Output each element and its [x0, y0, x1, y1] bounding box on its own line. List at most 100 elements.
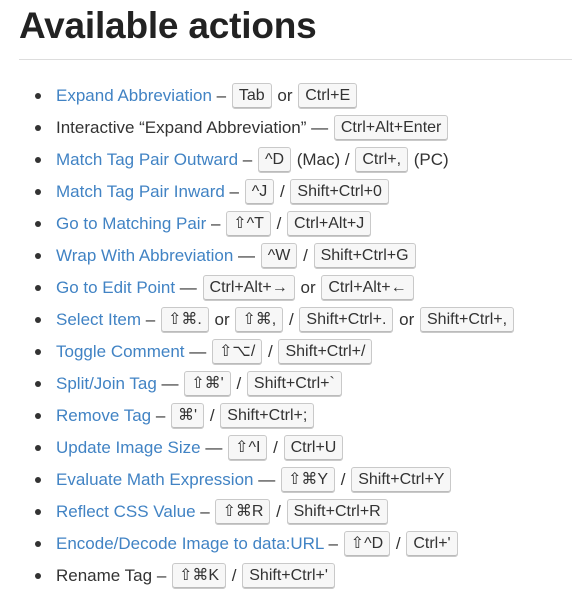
separator-text: /	[231, 374, 246, 393]
shortcut-key: ⌘'	[171, 402, 205, 429]
shortcut-key: Ctrl+Alt+←	[321, 274, 414, 301]
action-link[interactable]: Select Item	[56, 310, 141, 329]
shortcut-key: ⇧^D	[343, 530, 391, 557]
action-item-interactive-expand-abbreviation: Interactive “Expand Abbreviation” — Ctrl…	[0, 112, 572, 144]
separator-text: —	[156, 374, 184, 393]
separator-text: /	[391, 534, 406, 553]
bullet-icon	[35, 93, 41, 99]
bullet-icon	[35, 541, 41, 547]
separator-text: —	[233, 246, 260, 265]
separator-text: —	[306, 118, 333, 137]
action-link[interactable]: Remove Tag	[56, 406, 151, 425]
action-item-rename-tag: Rename Tag – ⇧⌘K / Shift+Ctrl+'	[0, 560, 572, 592]
bullet-icon	[35, 317, 41, 323]
separator-text: –	[238, 150, 257, 169]
action-link[interactable]: Reflect CSS Value	[56, 502, 196, 521]
separator-text: or	[209, 310, 235, 329]
action-item-select-item: Select Item – ⇧⌘. or ⇧⌘, / Shift+Ctrl+. …	[0, 304, 572, 336]
separator-text: or	[394, 310, 419, 329]
action-link[interactable]: Evaluate Math Expression	[56, 470, 254, 489]
shortcut-key: Shift+Ctrl+`	[246, 370, 342, 397]
separator-text: –	[141, 310, 160, 329]
action-item-match-tag-pair-inward: Match Tag Pair Inward – ^J / Shift+Ctrl+…	[0, 176, 572, 208]
bullet-icon	[35, 189, 41, 195]
action-item-evaluate-math-expression: Evaluate Math Expression — ⇧⌘Y / Shift+C…	[0, 464, 572, 496]
action-link[interactable]: Split/Join Tag	[56, 374, 157, 393]
action-item-remove-tag: Remove Tag – ⌘' / Shift+Ctrl+;	[0, 400, 572, 432]
action-link[interactable]: Toggle Comment	[56, 342, 185, 361]
bullet-icon	[35, 253, 41, 259]
actions-list: Expand Abbreviation – Tab or Ctrl+E Inter…	[0, 80, 572, 592]
separator-text: —	[184, 342, 211, 361]
bullet-icon	[35, 349, 41, 355]
action-link[interactable]: Update Image Size	[56, 438, 201, 457]
shortcut-key: Shift+Ctrl+'	[242, 562, 335, 589]
separator-text: –	[206, 214, 226, 233]
action-item-match-tag-pair-outward: Match Tag Pair Outward – ^D (Mac) / Ctrl…	[0, 144, 572, 176]
bullet-icon	[35, 509, 41, 515]
action-item-split-join-tag: Split/Join Tag — ⇧⌘' / Shift+Ctrl+`	[0, 368, 572, 400]
separator-text: /	[284, 310, 299, 329]
action-link[interactable]: Encode/Decode Image to data:URL	[56, 534, 324, 553]
separator-text: /	[205, 406, 220, 425]
separator-text: —	[200, 438, 228, 457]
separator-text: (PC)	[409, 150, 449, 169]
shortcut-key: Ctrl+'	[406, 530, 458, 557]
separator-text: –	[152, 566, 171, 585]
separator-text: or	[295, 278, 321, 297]
shortcut-key: ⇧^T	[226, 210, 271, 237]
action-item-encode-decode-image-to-data-url: Encode/Decode Image to data:URL – ⇧^D / …	[0, 528, 572, 560]
action-item-go-to-edit-point: Go to Edit Point — Ctrl+Alt+→ or Ctrl+Al…	[0, 272, 572, 304]
separator-text: /	[271, 214, 287, 233]
shortcut-key: Shift+Ctrl+0	[290, 178, 389, 205]
action-item-toggle-comment: Toggle Comment — ⇧⌥/ / Shift+Ctrl+/	[0, 336, 572, 368]
shortcut-key: ⇧⌘,	[235, 306, 284, 333]
separator-text: —	[253, 470, 280, 489]
shortcut-key: Ctrl+,	[355, 146, 409, 173]
action-link[interactable]: Go to Edit Point	[56, 278, 175, 297]
separator-text: /	[271, 502, 286, 521]
action-name: Interactive “Expand Abbreviation”	[56, 118, 307, 137]
bullet-icon	[35, 285, 41, 291]
separator-text: –	[323, 534, 343, 553]
bullet-icon	[35, 477, 41, 483]
action-item-update-image-size: Update Image Size — ⇧^I / Ctrl+U	[0, 432, 572, 464]
separator-text: /	[268, 438, 283, 457]
bullet-icon	[35, 445, 41, 451]
shortcut-key: Ctrl+U	[283, 434, 344, 461]
shortcut-key: Ctrl+Alt+Enter	[333, 114, 449, 141]
shortcut-key: ^J	[244, 178, 275, 205]
shortcut-key: Shift+Ctrl+,	[420, 306, 515, 333]
shortcut-key: Ctrl+E	[298, 82, 358, 109]
heading-divider	[19, 59, 572, 60]
action-link[interactable]: Match Tag Pair Inward	[56, 182, 225, 201]
action-link[interactable]: Wrap With Abbreviation	[56, 246, 233, 265]
bullet-icon	[35, 125, 41, 131]
shortcut-key: ⇧⌘K	[172, 562, 227, 589]
separator-text: /	[227, 566, 242, 585]
shortcut-key: Shift+Ctrl+.	[299, 306, 394, 333]
shortcut-key: ⇧^I	[228, 434, 268, 461]
bullet-icon	[35, 573, 41, 579]
bullet-icon	[35, 381, 41, 387]
shortcut-key: ⇧⌘Y	[280, 466, 336, 493]
separator-text: –	[151, 406, 171, 425]
shortcut-key: Shift+Ctrl+;	[220, 402, 315, 429]
shortcut-key: Ctrl+Alt+→	[202, 274, 295, 301]
separator-text: /	[263, 342, 278, 361]
action-name: Rename Tag	[56, 566, 153, 585]
shortcut-key: ^W	[260, 242, 298, 269]
shortcut-key: ⇧⌘R	[215, 498, 271, 525]
shortcut-key: Shift+Ctrl+Y	[351, 466, 452, 493]
action-link[interactable]: Match Tag Pair Outward	[56, 150, 238, 169]
separator-text: /	[336, 470, 351, 489]
bullet-icon	[35, 157, 41, 163]
action-link[interactable]: Expand Abbreviation	[56, 86, 212, 105]
action-item-go-to-matching-pair: Go to Matching Pair – ⇧^T / Ctrl+Alt+J	[0, 208, 572, 240]
action-link[interactable]: Go to Matching Pair	[56, 214, 206, 233]
shortcut-key: ⇧⌘.	[160, 306, 209, 333]
shortcut-key: ⇧⌥/	[211, 338, 263, 365]
separator-text: /	[275, 182, 290, 201]
separator-text: —	[175, 278, 202, 297]
separator-text: or	[272, 86, 298, 105]
